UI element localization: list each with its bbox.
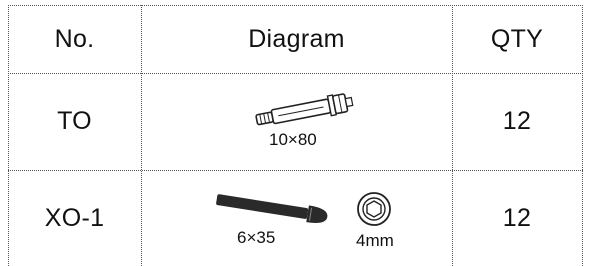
row-1-no: TO — [57, 107, 92, 135]
hex-key-socket-icon — [357, 192, 391, 226]
header-qty: QTY — [490, 24, 544, 53]
row-2-key-size-label: 4mm — [356, 231, 394, 250]
header-diagram: Diagram — [248, 24, 345, 53]
row-1-size-label: 10×80 — [269, 130, 317, 149]
header-no: No. — [54, 24, 95, 53]
table-border-right — [582, 5, 583, 266]
row-2-qty: 12 — [502, 203, 532, 232]
row-2-size-label: 6×35 — [237, 228, 276, 247]
expansion-anchor-bolt-icon — [255, 93, 354, 126]
row-1-qty: 12 — [502, 107, 532, 135]
button-head-hex-bolt-icon — [216, 194, 328, 224]
row-2-no: XO-1 — [44, 203, 105, 232]
parts-table: No. Diagram QTY TO 12 10×80 XO-1 12 6×35… — [8, 5, 583, 266]
